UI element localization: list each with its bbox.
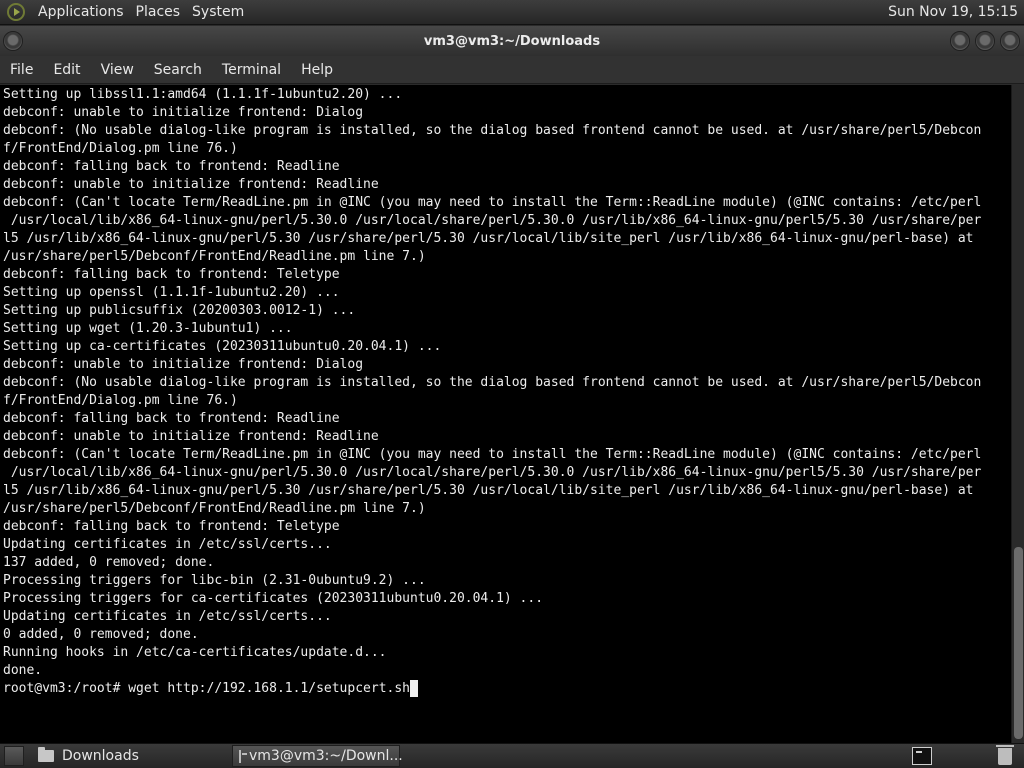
terminal-line: debconf: unable to initialize frontend: … xyxy=(3,177,379,192)
terminal-prompt: root@vm3:/root# xyxy=(3,681,129,696)
terminal-line: /usr/share/perl5/Debconf/FrontEnd/Readli… xyxy=(3,249,426,264)
taskbar-item-terminal[interactable]: vm3@vm3:~/Downl... xyxy=(232,745,403,767)
terminal-line: Setting up wget (1.20.3-1ubuntu1) ... xyxy=(3,321,293,336)
terminal-line: debconf: falling back to frontend: Readl… xyxy=(3,411,340,426)
terminal-line: debconf: falling back to frontend: Telet… xyxy=(3,267,340,282)
minimize-button[interactable] xyxy=(950,31,970,51)
tray-terminal-icon[interactable] xyxy=(912,747,932,765)
terminal-line: debconf: unable to initialize frontend: … xyxy=(3,105,364,120)
menu-terminal[interactable]: Terminal xyxy=(212,56,291,84)
clock[interactable]: Sun Nov 19, 15:15 xyxy=(888,4,1024,20)
terminal-line: Updating certificates in /etc/ssl/certs.… xyxy=(3,609,332,624)
terminal-scrollbar[interactable] xyxy=(1011,85,1024,743)
close-button[interactable] xyxy=(1000,31,1020,51)
system-menu[interactable]: System xyxy=(186,0,250,25)
terminal-line: debconf: (No usable dialog-like program … xyxy=(3,375,982,390)
trash-icon[interactable] xyxy=(996,744,1014,765)
applications-menu[interactable]: Applications xyxy=(32,0,130,25)
menu-search[interactable]: Search xyxy=(144,56,212,84)
terminal-icon xyxy=(239,749,247,763)
terminal-line: Processing triggers for libc-bin (2.31-0… xyxy=(3,573,426,588)
terminal-line: Running hooks in /etc/ca-certificates/up… xyxy=(3,645,387,660)
menu-view[interactable]: View xyxy=(91,56,144,84)
terminal-line: debconf: (No usable dialog-like program … xyxy=(3,123,982,138)
window-menu-button[interactable] xyxy=(3,31,23,51)
taskbar-item-label: vm3@vm3:~/Downl... xyxy=(249,748,403,764)
terminal-line: Setting up ca-certificates (20230311ubun… xyxy=(3,339,442,354)
terminal-line: l5 /usr/lib/x86_64-linux-gnu/perl/5.30 /… xyxy=(3,231,974,246)
folder-icon xyxy=(38,747,54,762)
maximize-button[interactable] xyxy=(975,31,995,51)
distro-logo-icon[interactable] xyxy=(7,3,25,21)
terminal-line: 137 added, 0 removed; done. xyxy=(3,555,215,570)
terminal-line: Setting up libssl1.1:amd64 (1.1.1f-1ubun… xyxy=(3,87,403,102)
terminal-cursor xyxy=(410,680,418,697)
bottom-panel: Downloads vm3@vm3:~/Downl... xyxy=(0,743,1024,768)
menubar: File Edit View Search Terminal Help xyxy=(0,56,1024,84)
terminal-prompt-line[interactable]: root@vm3:/root# wget http://192.168.1.1/… xyxy=(3,680,1011,698)
desktop-screen: Applications Places System Sun Nov 19, 1… xyxy=(0,0,1024,768)
terminal-line: Updating certificates in /etc/ssl/certs.… xyxy=(3,537,332,552)
terminal-line: debconf: (Can't locate Term/ReadLine.pm … xyxy=(3,447,982,462)
terminal-line: Setting up openssl (1.1.1f-1ubuntu2.20) … xyxy=(3,285,340,300)
terminal-line: /usr/local/lib/x86_64-linux-gnu/perl/5.3… xyxy=(3,465,982,480)
terminal-output[interactable]: Setting up libssl1.1:amd64 (1.1.1f-1ubun… xyxy=(0,85,1011,743)
terminal-line: Setting up publicsuffix (20200303.0012-1… xyxy=(3,303,356,318)
terminal-line: f/FrontEnd/Dialog.pm line 76.) xyxy=(3,141,238,156)
scrollbar-thumb[interactable] xyxy=(1014,547,1023,739)
show-desktop-button[interactable] xyxy=(4,746,24,766)
terminal-line: debconf: unable to initialize frontend: … xyxy=(3,357,364,372)
terminal-line: debconf: falling back to frontend: Telet… xyxy=(3,519,340,534)
terminal-line: debconf: falling back to frontend: Readl… xyxy=(3,159,340,174)
window-titlebar[interactable]: vm3@vm3:~/Downloads xyxy=(0,26,1024,56)
menu-help[interactable]: Help xyxy=(291,56,343,84)
terminal-line: Processing triggers for ca-certificates … xyxy=(3,591,544,606)
terminal-line: /usr/share/perl5/Debconf/FrontEnd/Readli… xyxy=(3,501,426,516)
terminal-line: /usr/local/lib/x86_64-linux-gnu/perl/5.3… xyxy=(3,213,982,228)
taskbar-item-label: Downloads xyxy=(62,748,139,764)
terminal-command-input[interactable]: wget http://192.168.1.1/setupcert.sh xyxy=(128,681,410,696)
terminal-line: debconf: unable to initialize frontend: … xyxy=(3,429,379,444)
taskbar-item-downloads[interactable]: Downloads xyxy=(32,745,190,767)
terminal-line: debconf: (Can't locate Term/ReadLine.pm … xyxy=(3,195,982,210)
menu-edit[interactable]: Edit xyxy=(43,56,90,84)
window-title: vm3@vm3:~/Downloads xyxy=(423,33,601,49)
menu-file[interactable]: File xyxy=(0,56,43,84)
top-panel: Applications Places System Sun Nov 19, 1… xyxy=(0,0,1024,25)
terminal-line: l5 /usr/lib/x86_64-linux-gnu/perl/5.30 /… xyxy=(3,483,974,498)
places-menu[interactable]: Places xyxy=(130,0,187,25)
terminal-line: 0 added, 0 removed; done. xyxy=(3,627,199,642)
terminal-line: f/FrontEnd/Dialog.pm line 76.) xyxy=(3,393,238,408)
terminal-line: done. xyxy=(3,663,43,678)
